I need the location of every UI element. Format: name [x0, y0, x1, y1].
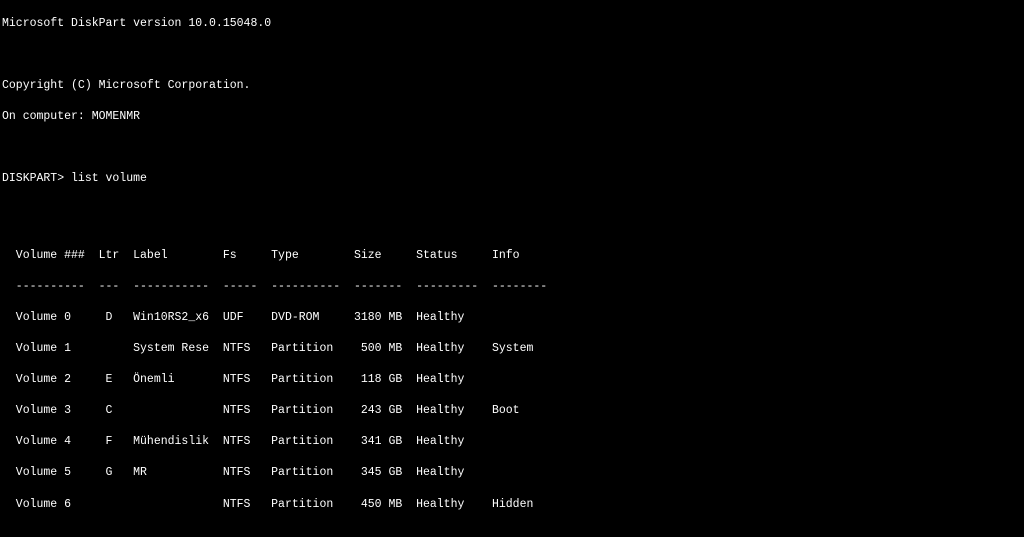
table-row: Volume 1 System Rese NTFS Partition 500 … [2, 341, 1022, 357]
table-row: Volume 5 G MR NTFS Partition 345 GB Heal… [2, 465, 1022, 481]
on-computer: On computer: MOMENMR [2, 109, 1022, 125]
table-row: Volume 6 NTFS Partition 450 MB Healthy H… [2, 497, 1022, 513]
diskpart-prompt-1: DISKPART> list volume [2, 171, 1022, 187]
table-row: Volume 4 F Mühendislik NTFS Partition 34… [2, 434, 1022, 450]
terminal-output[interactable]: Microsoft DiskPart version 10.0.15048.0 … [0, 0, 1024, 537]
table-row: Volume 2 E Önemli NTFS Partition 118 GB … [2, 372, 1022, 388]
table-header: Volume ### Ltr Label Fs Type Size Status… [2, 248, 1022, 264]
table-divider: ---------- --- ----------- ----- -------… [2, 279, 1022, 295]
table-row: Volume 3 C NTFS Partition 243 GB Healthy… [2, 403, 1022, 419]
copyright: Copyright (C) Microsoft Corporation. [2, 78, 1022, 94]
table-row: Volume 0 D Win10RS2_x6 UDF DVD-ROM 3180 … [2, 310, 1022, 326]
diskpart-version: Microsoft DiskPart version 10.0.15048.0 [2, 16, 1022, 32]
cmd-list-volume: list volume [71, 172, 147, 185]
volume-table: Volume ### Ltr Label Fs Type Size Status… [2, 233, 1022, 528]
